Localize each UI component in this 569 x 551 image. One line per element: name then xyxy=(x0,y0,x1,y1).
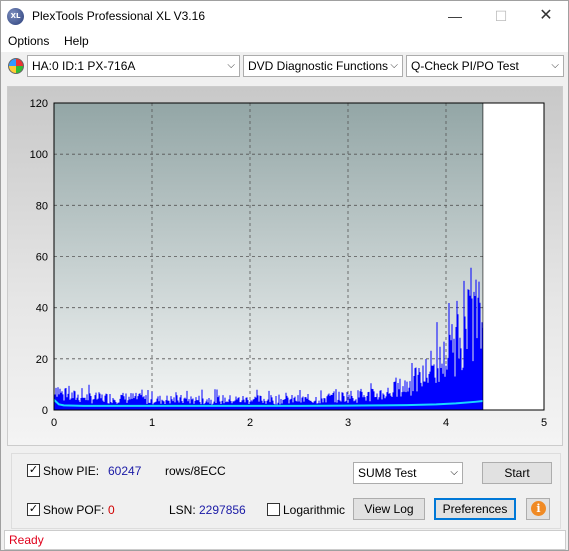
x-tick-label: 0 xyxy=(51,417,57,429)
app-window: XL PlexTools Professional XL V3.16 — ☐ ✕… xyxy=(0,0,569,551)
preferences-button[interactable]: Preferences xyxy=(434,498,516,520)
y-tick-label: 100 xyxy=(30,149,48,161)
unread-area xyxy=(483,103,544,410)
show-pie-label: Show PIE: xyxy=(43,464,100,478)
app-logo-icon: XL xyxy=(7,8,24,25)
info-button[interactable]: i xyxy=(526,498,550,520)
menu-bar: Options Help xyxy=(1,31,568,52)
drive-select-value: HA:0 ID:1 PX-716A xyxy=(32,59,136,73)
toolbar: HA:0 ID:1 PX-716A ⌵ DVD Diagnostic Funct… xyxy=(1,52,568,80)
chevron-down-icon: ⌵ xyxy=(450,467,458,478)
rows-unit-label: rows/8ECC xyxy=(165,464,226,478)
view-log-button[interactable]: View Log xyxy=(353,498,425,520)
close-button[interactable]: ✕ xyxy=(523,1,569,31)
logarithmic-checkbox[interactable] xyxy=(267,503,280,516)
chart-panel: 0 1 2 3 4 5 0 20 40 60 80 100 120 xyxy=(7,86,563,446)
pi-po-chart: 0 1 2 3 4 5 0 20 40 60 80 100 120 xyxy=(30,98,547,429)
title-bar[interactable]: XL PlexTools Professional XL V3.16 — ☐ ✕ xyxy=(1,1,568,31)
chevron-down-icon: ⌵ xyxy=(227,60,235,71)
sum-test-value: SUM8 Test xyxy=(358,466,417,480)
pie-value: 60247 xyxy=(108,464,142,478)
x-tick-label: 3 xyxy=(345,417,351,429)
menu-options[interactable]: Options xyxy=(8,34,49,48)
logarithmic-label: Logarithmic xyxy=(283,503,346,517)
y-tick-label: 20 xyxy=(36,354,48,366)
y-tick-label: 40 xyxy=(36,303,48,315)
x-tick-label: 1 xyxy=(149,417,155,429)
drive-select[interactable]: HA:0 ID:1 PX-716A ⌵ xyxy=(27,55,240,77)
y-tick-label: 80 xyxy=(36,200,48,212)
show-pof-checkbox[interactable]: ✓ xyxy=(27,503,40,516)
lsn-label: LSN: xyxy=(169,503,196,517)
sum-test-select[interactable]: SUM8 Test ⌵ xyxy=(353,462,463,484)
maximize-button[interactable]: ☐ xyxy=(478,1,524,31)
test-select-value: Q-Check PI/PO Test xyxy=(411,59,519,73)
window-title: PlexTools Professional XL V3.16 xyxy=(32,9,205,23)
x-tick-label: 5 xyxy=(541,417,547,429)
info-icon: i xyxy=(531,501,546,516)
x-tick-label: 2 xyxy=(247,417,253,429)
status-text: Ready xyxy=(9,533,44,547)
y-tick-label: 120 xyxy=(30,98,48,110)
chevron-down-icon: ⌵ xyxy=(551,60,559,71)
function-select[interactable]: DVD Diagnostic Functions ⌵ xyxy=(243,55,403,77)
test-select[interactable]: Q-Check PI/PO Test ⌵ xyxy=(406,55,564,77)
controls-panel: ✓ Show PIE: 60247 rows/8ECC ✓ Show POF: … xyxy=(11,453,561,529)
status-bar: Ready xyxy=(4,530,566,550)
show-pie-checkbox[interactable]: ✓ xyxy=(27,464,40,477)
menu-help[interactable]: Help xyxy=(64,34,89,48)
start-button[interactable]: Start xyxy=(482,462,552,484)
show-pof-label: Show POF: xyxy=(43,503,105,517)
chevron-down-icon: ⌵ xyxy=(390,60,398,71)
y-tick-label: 60 xyxy=(36,252,48,264)
minimize-button[interactable]: — xyxy=(432,1,478,31)
pof-value: 0 xyxy=(108,503,115,517)
function-select-value: DVD Diagnostic Functions xyxy=(248,59,389,73)
lsn-value: 2297856 xyxy=(199,503,246,517)
x-tick-label: 4 xyxy=(443,417,449,429)
y-tick-label: 0 xyxy=(42,405,48,417)
drive-disc-icon xyxy=(8,58,24,74)
